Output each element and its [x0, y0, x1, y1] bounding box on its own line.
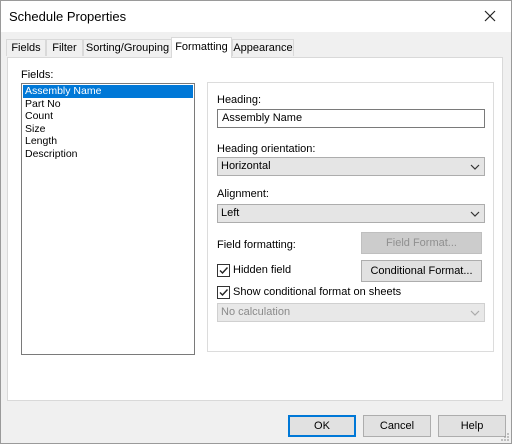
list-item[interactable]: Assembly Name: [23, 85, 193, 98]
resize-grip-icon[interactable]: [500, 432, 510, 442]
heading-orientation-label: Heading orientation:: [217, 143, 316, 155]
field-format-button[interactable]: Field Format...: [361, 232, 482, 254]
calculation-value: No calculation: [221, 306, 291, 318]
hidden-field-label: Hidden field: [233, 264, 292, 276]
tab-strip: Fields Filter Sorting/Grouping Formattin…: [1, 37, 511, 58]
tab-filter[interactable]: Filter: [46, 39, 83, 56]
tab-sorting-grouping[interactable]: Sorting/Grouping: [83, 39, 172, 56]
ok-button[interactable]: OK: [288, 415, 356, 437]
window-title: Schedule Properties: [9, 9, 127, 24]
tab-formatting[interactable]: Formatting: [171, 37, 232, 58]
heading-orientation-select[interactable]: Horizontal: [217, 157, 485, 176]
list-item[interactable]: Description: [23, 148, 193, 161]
checkmark-icon: [219, 289, 229, 297]
list-item[interactable]: Part No: [23, 98, 193, 111]
tab-fields[interactable]: Fields: [6, 39, 46, 56]
heading-orientation-value: Horizontal: [221, 160, 271, 172]
show-conditional-label: Show conditional format on sheets: [233, 286, 402, 298]
cancel-button[interactable]: Cancel: [363, 415, 431, 437]
fields-label: Fields:: [21, 69, 54, 81]
close-icon: [484, 10, 496, 22]
chevron-down-icon: [470, 310, 480, 316]
fields-listbox[interactable]: Assembly Name Part No Count Size Length …: [21, 83, 195, 355]
title-bar: Schedule Properties: [1, 1, 511, 32]
tab-appearance[interactable]: Appearance: [232, 39, 294, 56]
calculation-select[interactable]: No calculation: [217, 303, 485, 322]
schedule-properties-dialog: Schedule Properties Fields Filter Sortin…: [0, 0, 512, 444]
alignment-select[interactable]: Left: [217, 204, 485, 223]
list-item[interactable]: Length: [23, 135, 193, 148]
show-conditional-checkbox[interactable]: [217, 286, 230, 299]
help-button[interactable]: Help: [438, 415, 506, 437]
heading-input[interactable]: Assembly Name: [217, 109, 485, 128]
conditional-format-button[interactable]: Conditional Format...: [361, 260, 482, 282]
hidden-field-checkbox[interactable]: [217, 264, 230, 277]
heading-label: Heading:: [217, 94, 262, 106]
chevron-down-icon: [470, 211, 480, 217]
field-properties-group: Heading: Assembly Name Heading orientati…: [207, 82, 494, 352]
formatting-panel: Fields: Assembly Name Part No Count Size…: [7, 57, 503, 401]
list-item[interactable]: Count: [23, 110, 193, 123]
close-button[interactable]: [477, 5, 503, 27]
alignment-label: Alignment:: [217, 188, 269, 200]
chevron-down-icon: [470, 164, 480, 170]
alignment-value: Left: [221, 207, 240, 219]
field-formatting-label: Field formatting:: [217, 239, 296, 251]
checkmark-icon: [219, 267, 229, 275]
list-item[interactable]: Size: [23, 123, 193, 136]
